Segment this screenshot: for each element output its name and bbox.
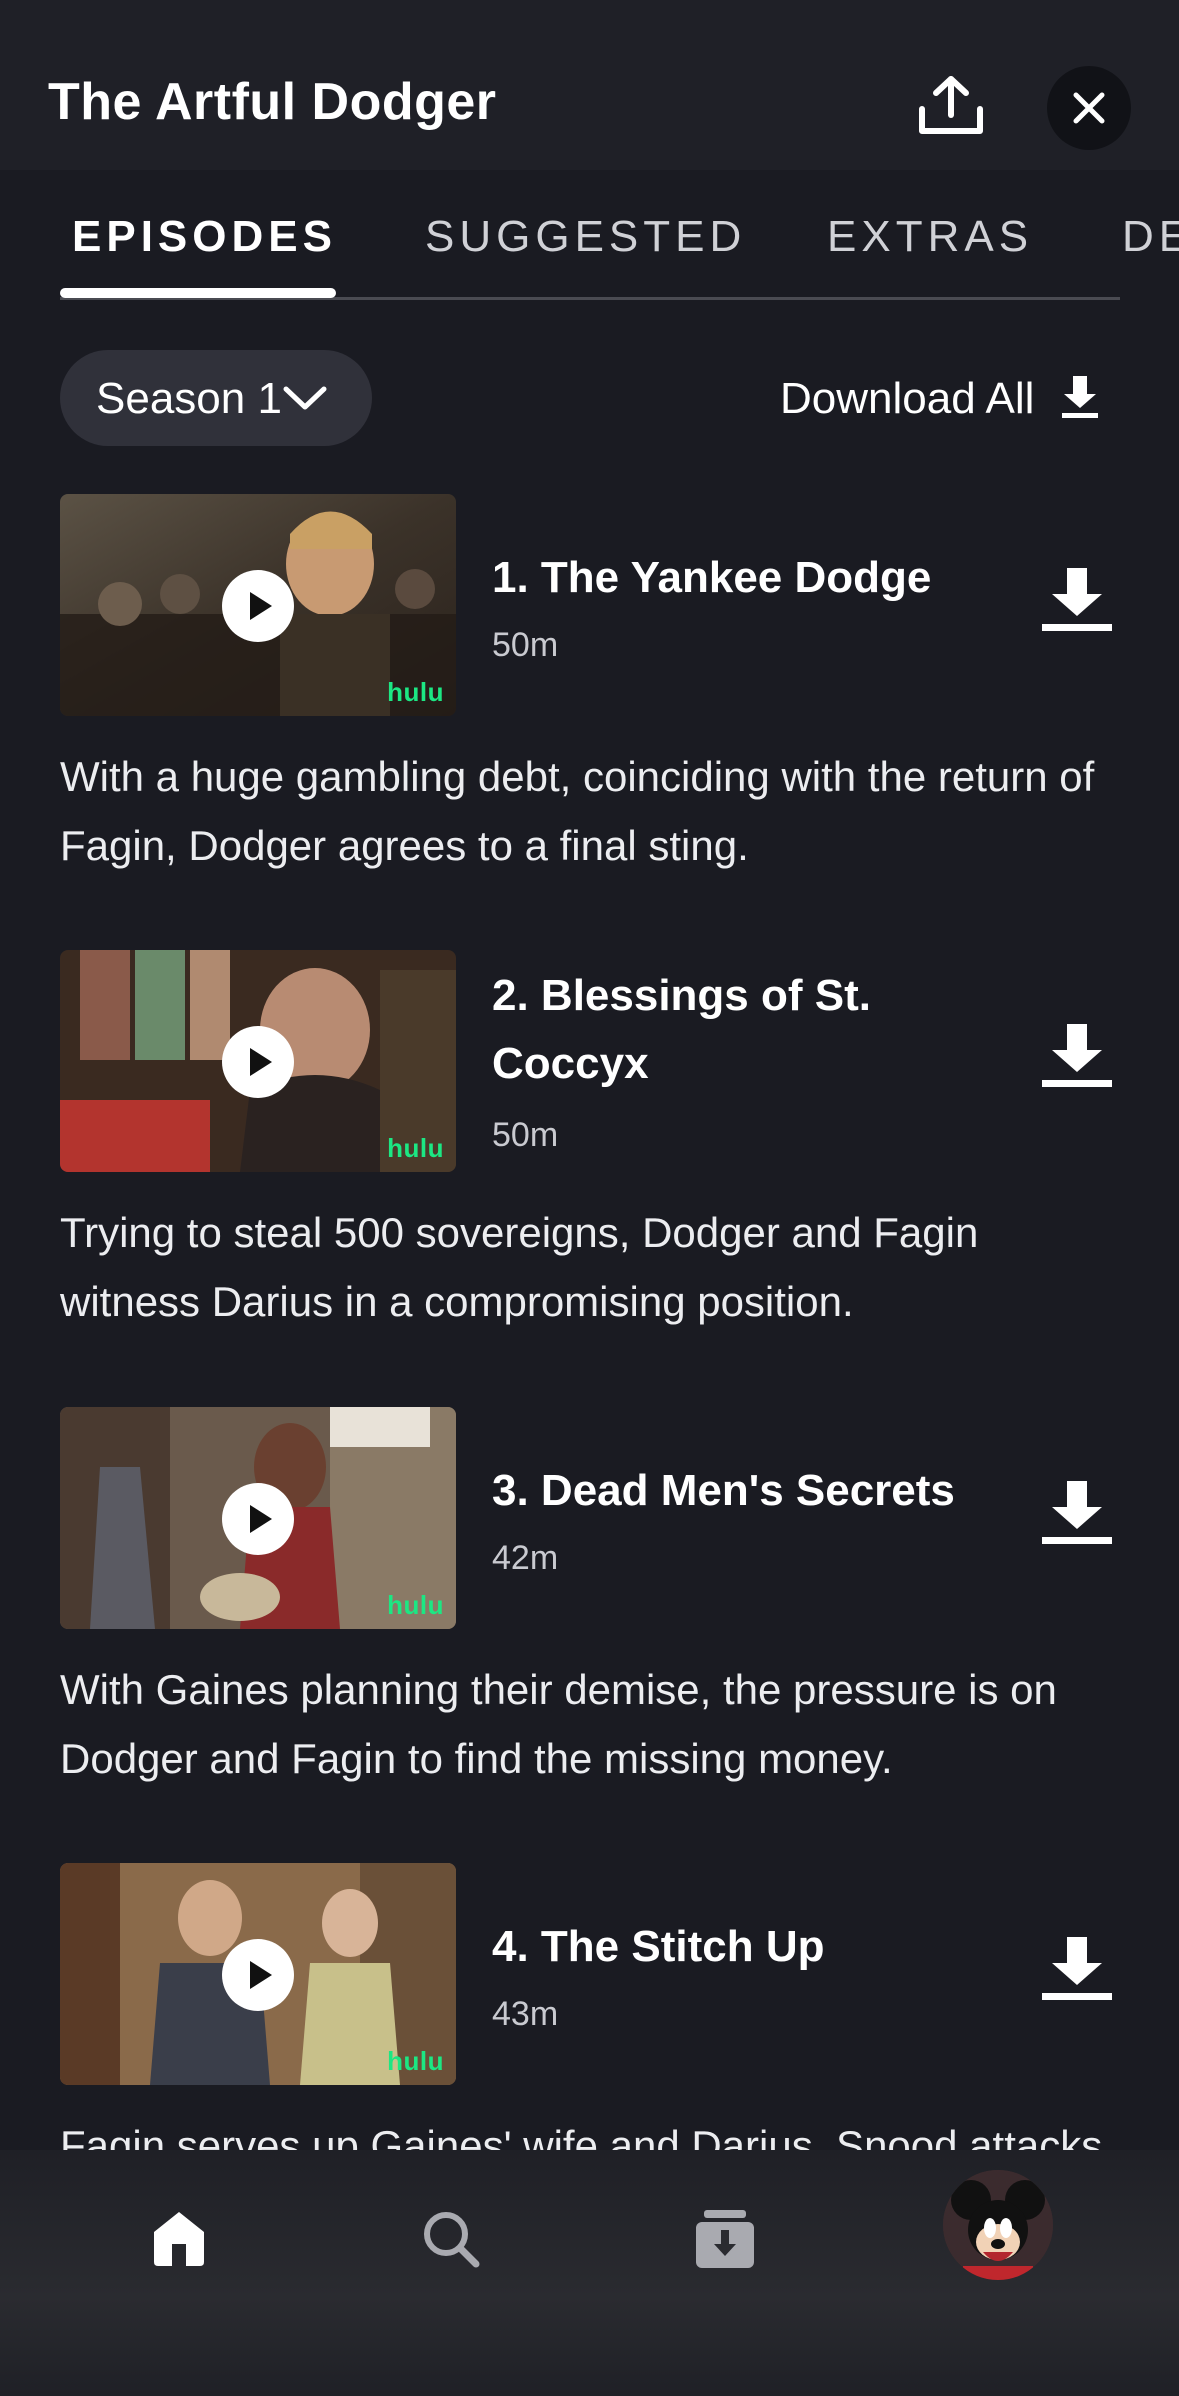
home-icon (154, 2212, 204, 2266)
play-button[interactable] (222, 1939, 294, 2011)
episode-thumbnail[interactable]: hulu (60, 1863, 456, 2085)
page-title: The Artful Dodger (48, 73, 497, 131)
play-icon (250, 1961, 272, 1989)
tab-episodes[interactable]: EPISODES (72, 212, 337, 262)
episode-title: 2. Blessings of St. Coccyx (492, 971, 871, 1088)
episode-thumbnail[interactable]: hulu (60, 494, 456, 716)
download-all-label: Download All (780, 374, 1035, 423)
episode-thumbnail[interactable]: hulu (60, 950, 456, 1172)
episode-duration: 42m (492, 1539, 559, 1577)
episode-description: Trying to steal 500 sovereigns, Dodger a… (60, 1209, 979, 1325)
play-button[interactable] (222, 1483, 294, 1555)
bottom-nav (0, 2150, 1179, 2396)
episode-duration: 43m (492, 1995, 559, 2033)
episode-duration: 50m (492, 1116, 559, 1154)
download-icon (1042, 1937, 1112, 2000)
tab-extras[interactable]: EXTRAS (827, 212, 1033, 262)
profile-avatar[interactable] (943, 2170, 1053, 2280)
episode-download-button[interactable] (1040, 1935, 1120, 2015)
download-icon (1042, 1024, 1112, 1087)
mickey-avatar-icon (943, 2170, 1053, 2280)
episode-item[interactable]: hulu 1. The Yankee Dodge 50m With a huge… (0, 494, 1179, 934)
episode-title: 3. Dead Men's Secrets (492, 1466, 955, 1515)
play-icon (250, 1048, 272, 1076)
episode-thumbnail[interactable]: hulu (60, 1407, 456, 1629)
season-dropdown[interactable]: Season 1 (60, 350, 372, 446)
hulu-badge: hulu (387, 1133, 444, 1163)
episode-title: 1. The Yankee Dodge (492, 553, 932, 602)
hulu-badge: hulu (387, 2046, 444, 2076)
nav-home[interactable] (134, 2194, 224, 2284)
nav-downloads[interactable] (680, 2194, 770, 2284)
search-icon (424, 2212, 480, 2268)
close-icon (1073, 92, 1105, 124)
download-icon (1042, 1481, 1112, 1544)
close-button[interactable] (1047, 66, 1131, 150)
play-icon (250, 1505, 272, 1533)
episode-item[interactable]: hulu 2. Blessings of St. Coccyx 50m Tryi… (0, 950, 1179, 1390)
episode-download-button[interactable] (1040, 566, 1120, 646)
hulu-badge: hulu (387, 677, 444, 707)
hulu-badge: hulu (387, 1590, 444, 1620)
episode-download-button[interactable] (1040, 1479, 1120, 1559)
episode-description: With a huge gambling debt, coinciding wi… (60, 753, 1095, 869)
screen: The Artful Dodger EPISODES SUGGESTED EXT… (0, 0, 1179, 2396)
episode-title: 4. The Stitch Up (492, 1922, 825, 1971)
header: The Artful Dodger (0, 0, 1179, 170)
play-icon (250, 592, 272, 620)
episode-download-button[interactable] (1040, 1022, 1120, 1102)
play-button[interactable] (222, 1026, 294, 1098)
share-button[interactable] (906, 66, 996, 146)
play-button[interactable] (222, 570, 294, 642)
nav-search[interactable] (406, 2194, 496, 2284)
tab-details[interactable]: DE (1122, 212, 1179, 262)
episode-item[interactable]: hulu 3. Dead Men's Secrets 42m With Gain… (0, 1407, 1179, 1847)
share-upload-icon (919, 76, 983, 134)
episode-duration: 50m (492, 626, 559, 664)
chevron-down-icon (283, 386, 327, 410)
season-label: Season 1 (96, 374, 282, 423)
tab-bar: EPISODES SUGGESTED EXTRAS DE (0, 170, 1179, 302)
tab-suggested[interactable]: SUGGESTED (425, 212, 746, 262)
download-icon (1062, 376, 1098, 418)
episode-description: With Gaines planning their demise, the p… (60, 1666, 1057, 1782)
download-icon (1042, 568, 1112, 631)
active-tab-indicator (60, 288, 336, 298)
downloads-icon (696, 2210, 754, 2268)
download-all-button[interactable]: Download All (780, 350, 1120, 446)
